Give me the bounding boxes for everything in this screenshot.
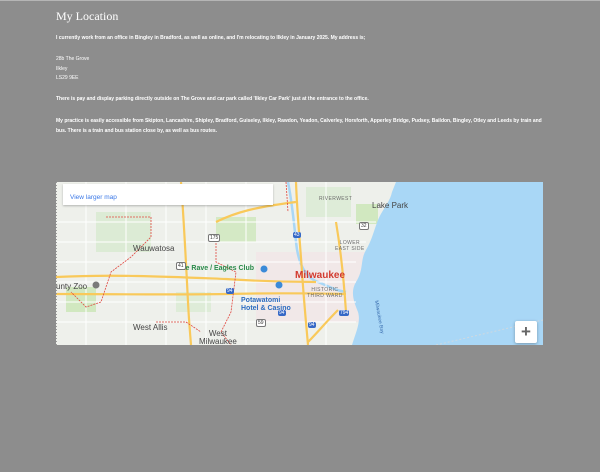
historic-third-ward-line: THIRD WARD <box>307 293 343 299</box>
map-label-historic-third-ward: HISTORIC THIRD WARD <box>307 287 343 299</box>
route-shield-94: 94 <box>308 322 316 328</box>
potawatomi-line: Potawatomi <box>241 297 281 304</box>
route-shield-94: 94 <box>278 310 286 316</box>
top-divider <box>0 0 600 1</box>
route-shield-794: 794 <box>339 310 350 316</box>
route-shield-59: 59 <box>256 319 266 327</box>
larger-map-card: View larger map <box>63 184 273 205</box>
route-shield-175: 175 <box>208 234 221 242</box>
view-larger-map-link[interactable]: View larger map <box>70 194 117 201</box>
address-line: Ilkley <box>56 65 68 72</box>
west-milwaukee-line: Milwaukee <box>199 337 237 346</box>
address-line: LS29 9EE <box>56 75 79 81</box>
route-shield-32: 32 <box>359 222 369 230</box>
lower-east-side-line: EAST SIDE <box>335 246 365 252</box>
map-label-lake-park: Lake Park <box>372 201 409 210</box>
map-label-west-allis: West Allis <box>133 323 168 332</box>
map-label-milwaukee: Milwaukee <box>295 270 346 281</box>
zoom-in-button[interactable]: + <box>515 321 537 343</box>
page-title: My Location <box>56 9 119 23</box>
map-label-west-milwaukee: West Milwaukee <box>199 330 237 346</box>
route-shield-41: 41 <box>176 262 186 270</box>
parking-paragraph: There is pay and display parking directl… <box>56 96 369 102</box>
map-canvas[interactable] <box>56 182 543 345</box>
route-shield-94: 94 <box>226 288 234 294</box>
address-block: 28b The Grove Ilkley LS29 9EE <box>56 55 89 84</box>
embedded-map[interactable]: View larger map RIVERWEST Lake Park Wauw… <box>56 182 543 345</box>
map-label-county-zoo: unty Zoo <box>56 282 88 291</box>
transport-paragraph: My practice is easily accessible from Sk… <box>56 118 542 134</box>
map-label-wauwatosa: Wauwatosa <box>133 244 175 253</box>
map-label-riverwest: RIVERWEST <box>319 196 353 202</box>
map-label-rave-eagles-club: The Rave / Eagles Club <box>177 265 255 272</box>
intro-paragraph: I currently work from an office in Bingl… <box>56 35 366 41</box>
route-shield-43: 43 <box>293 232 301 238</box>
map-label-lower-east-side: LOWER EAST SIDE <box>335 240 365 252</box>
address-line: 28b The Grove <box>56 56 90 62</box>
